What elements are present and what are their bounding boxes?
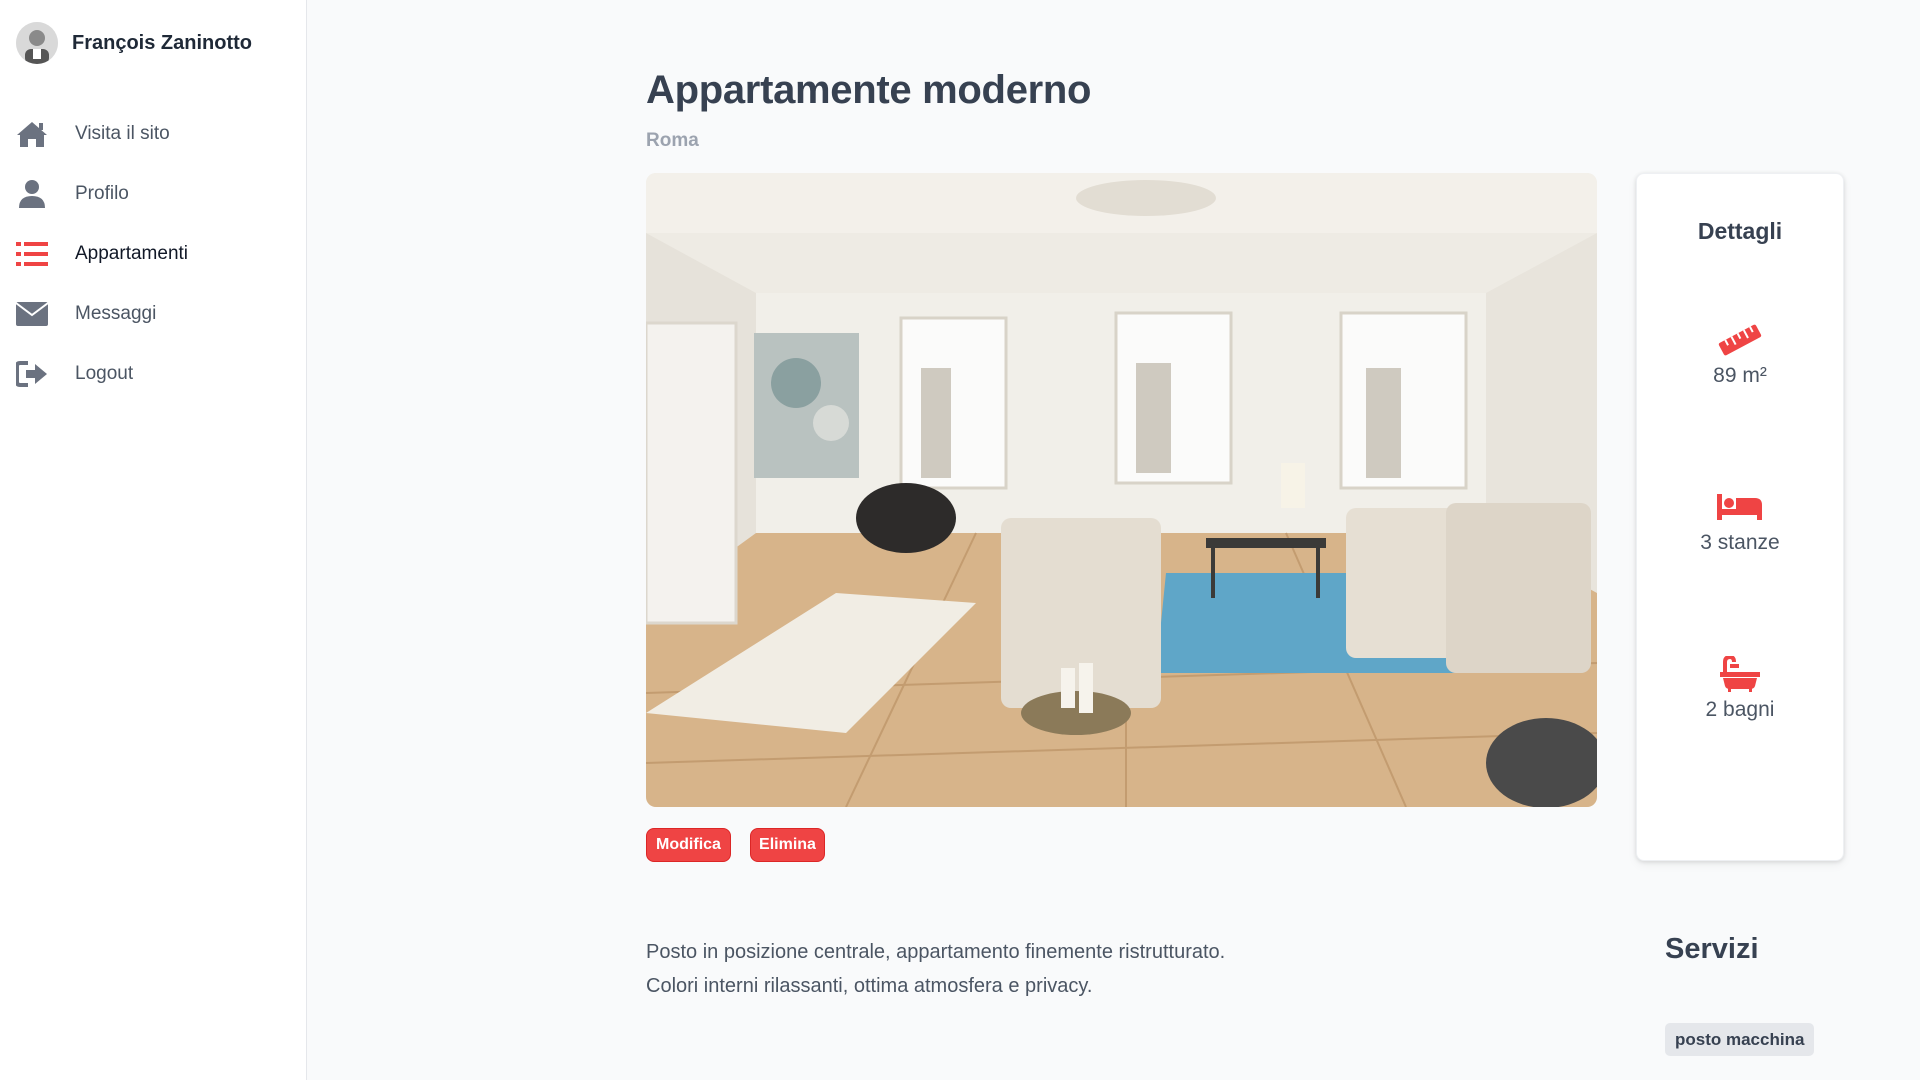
envelope-icon [16,298,48,330]
logout-icon [16,358,48,390]
apartment-photo [646,173,1597,807]
area-value: 89 m² [1713,364,1767,387]
sidebar: François Zaninotto Visita il sito Profil… [0,0,307,1080]
bath-icon [1637,654,1843,694]
ruler-icon [1637,320,1843,360]
apartment-city: Roma [646,130,699,151]
bed-icon [1637,487,1843,527]
sidebar-item-visit-site[interactable]: Visita il sito [0,104,307,164]
services-title: Servizi [1665,933,1759,965]
rooms-value: 3 stanze [1700,531,1780,554]
sidebar-item-label: Appartamenti [75,243,189,264]
sidebar-item-apartments[interactable]: Appartamenti [0,224,307,284]
sidebar-item-messages[interactable]: Messaggi [0,284,307,344]
page-title: Appartamente moderno [646,68,1092,112]
details-card: Dettagli 89 m² 3 stanze 2 bagni [1636,173,1844,861]
sidebar-item-label: Messaggi [75,303,157,324]
description-line: Posto in posizione centrale, appartament… [646,941,1226,963]
delete-button[interactable]: Elimina [750,828,825,862]
list-icon [16,238,48,270]
detail-rooms: 3 stanze [1637,487,1843,555]
detail-bathrooms: 2 bagni [1637,654,1843,722]
home-icon [16,118,48,150]
sidebar-item-profile[interactable]: Profilo [0,164,307,224]
sidebar-item-label: Logout [75,363,134,384]
edit-button[interactable]: Modifica [646,828,731,862]
sidebar-item-label: Visita il sito [75,123,170,144]
service-chip: posto macchina [1665,1023,1815,1056]
details-title: Dettagli [1697,218,1783,244]
bathrooms-value: 2 bagni [1705,698,1775,721]
sidebar-item-logout[interactable]: Logout [0,344,307,404]
sidebar-nav: Visita il sito Profilo Appartamenti Mess… [0,104,307,404]
description-line: Colori interni rilassanti, ottima atmosf… [646,975,1093,997]
user-name: François Zaninotto [72,31,252,54]
apartment-description: Posto in posizione centrale, appartament… [646,935,1346,1003]
detail-area: 89 m² [1637,320,1843,388]
avatar [16,22,58,64]
sidebar-item-label: Profilo [75,183,129,204]
user-profile[interactable]: François Zaninotto [16,20,252,66]
user-icon [16,178,48,210]
